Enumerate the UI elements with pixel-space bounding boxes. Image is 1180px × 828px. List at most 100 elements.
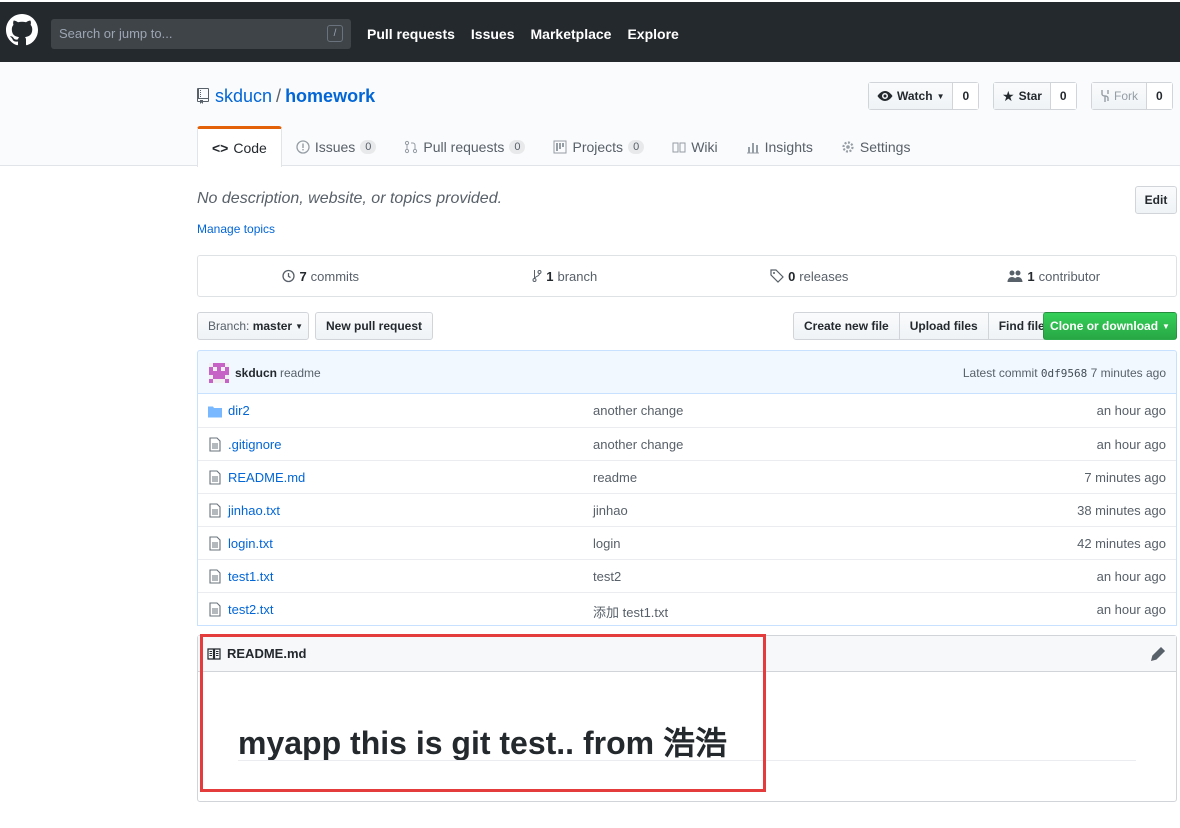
file-row[interactable]: login.txt login 42 minutes ago xyxy=(198,526,1176,559)
nav-explore[interactable]: Explore xyxy=(627,26,678,42)
file-icon xyxy=(209,503,221,518)
file-name-link[interactable]: login.txt xyxy=(228,536,273,551)
file-commit-message-link[interactable]: jinhao xyxy=(593,503,628,518)
commits-link[interactable]: 7 commits xyxy=(198,256,443,296)
tab-projects-label: Projects xyxy=(572,138,624,155)
commit-author-link[interactable]: skducn xyxy=(235,366,277,380)
book-icon xyxy=(672,142,686,152)
fork-icon xyxy=(1101,90,1109,102)
file-row[interactable]: .gitignore another change an hour ago xyxy=(198,427,1176,460)
fork-button-group: Fork 0 xyxy=(1091,82,1173,110)
top-header: Search or jump to... / Pull requests Iss… xyxy=(0,2,1180,62)
tab-projects[interactable]: Projects 0 xyxy=(539,126,658,167)
commit-sha-link[interactable]: 0df9568 xyxy=(1041,367,1087,380)
edit-description-button[interactable]: Edit xyxy=(1135,186,1177,214)
file-name-link[interactable]: dir2 xyxy=(228,403,250,418)
folder-icon xyxy=(208,406,222,418)
file-name-link[interactable]: test2.txt xyxy=(228,602,274,617)
fork-button[interactable]: Fork xyxy=(1092,83,1147,109)
nav-pull-requests[interactable]: Pull requests xyxy=(367,26,455,42)
file-name-link[interactable]: test1.txt xyxy=(228,569,274,584)
repo-icon xyxy=(197,88,209,104)
file-row[interactable]: README.md readme 7 minutes ago xyxy=(198,460,1176,493)
repo-name-link[interactable]: homework xyxy=(285,86,375,106)
file-commit-message-link[interactable]: another change xyxy=(593,403,683,418)
github-logo-icon[interactable] xyxy=(6,14,38,46)
commit-message-link[interactable]: readme xyxy=(280,366,321,380)
file-commit-message-link[interactable]: readme xyxy=(593,470,637,485)
pencil-icon[interactable] xyxy=(1150,646,1166,662)
manage-topics-link[interactable]: Manage topics xyxy=(197,222,275,236)
tab-pull-requests[interactable]: Pull requests 0 xyxy=(390,126,539,167)
file-icon xyxy=(209,602,221,617)
file-name-link[interactable]: .gitignore xyxy=(228,437,281,452)
repo-header: skducn / homework Watch ▼ 0 ★ Star 0 Fork … xyxy=(0,62,1180,167)
file-name-link[interactable]: jinhao.txt xyxy=(228,503,280,518)
file-icon xyxy=(209,536,221,551)
commit-age: 7 minutes ago xyxy=(1090,366,1166,380)
watch-button[interactable]: Watch ▼ xyxy=(869,83,954,109)
tab-projects-counter: 0 xyxy=(628,139,645,154)
people-icon xyxy=(1007,270,1023,282)
fork-count[interactable]: 0 xyxy=(1147,83,1172,109)
file-commit-age: an hour ago xyxy=(1096,602,1166,617)
file-row[interactable]: test1.txt test2 an hour ago xyxy=(198,559,1176,592)
tag-icon xyxy=(770,269,784,283)
file-commit-message-link[interactable]: login xyxy=(593,536,620,551)
file-commit-message-link[interactable]: test2 xyxy=(593,569,621,584)
caret-down-icon: ▼ xyxy=(1162,321,1170,331)
project-icon xyxy=(553,140,567,153)
star-count[interactable]: 0 xyxy=(1050,83,1076,109)
file-row[interactable]: jinhao.txt jinhao 38 minutes ago xyxy=(198,493,1176,526)
tab-settings[interactable]: Settings xyxy=(827,126,925,167)
new-pull-request-button[interactable]: New pull request xyxy=(315,312,434,340)
file-commit-message-link[interactable]: another change xyxy=(593,437,683,452)
tab-settings-label: Settings xyxy=(859,138,911,155)
search-placeholder: Search or jump to... xyxy=(59,26,173,41)
watch-count[interactable]: 0 xyxy=(953,83,979,109)
repo-owner-link[interactable]: skducn xyxy=(215,86,272,106)
tab-insights-label: Insights xyxy=(764,138,813,155)
branch-select-button[interactable]: Branch: master ▼ xyxy=(197,312,309,340)
repo-tabs: <> Code Issues 0 Pull requests 0 Project… xyxy=(197,126,924,167)
star-button[interactable]: ★ Star xyxy=(994,83,1051,109)
pull-request-icon xyxy=(405,140,418,153)
file-name-link[interactable]: README.md xyxy=(228,470,305,485)
branches-link[interactable]: 1 branch xyxy=(443,256,688,296)
contributor-label: contributor xyxy=(1038,268,1101,284)
header-nav: Pull requests Issues Marketplace Explore xyxy=(367,26,679,42)
nav-issues[interactable]: Issues xyxy=(471,26,515,42)
contributors-link[interactable]: 1 contributor xyxy=(932,256,1177,296)
file-commit-age: 7 minutes ago xyxy=(1084,470,1166,485)
tab-insights[interactable]: Insights xyxy=(732,126,827,167)
nav-marketplace[interactable]: Marketplace xyxy=(531,26,612,42)
file-row[interactable]: test2.txt 添加 test1.txt an hour ago xyxy=(198,592,1176,625)
create-new-file-button[interactable]: Create new file xyxy=(793,312,900,340)
search-input[interactable]: Search or jump to... / xyxy=(51,19,351,49)
tab-wiki[interactable]: Wiki xyxy=(658,126,731,167)
star-icon: ★ xyxy=(1002,87,1015,104)
tab-issues[interactable]: Issues 0 xyxy=(282,126,391,167)
tab-issues-label: Issues xyxy=(314,138,356,155)
releases-label: releases xyxy=(799,268,849,284)
star-button-group: ★ Star 0 xyxy=(993,82,1077,110)
file-commit-age: an hour ago xyxy=(1096,437,1166,452)
upload-files-button[interactable]: Upload files xyxy=(898,312,989,340)
tab-code[interactable]: <> Code xyxy=(197,126,282,167)
eye-icon xyxy=(877,91,893,101)
branch-label: branch xyxy=(557,268,598,284)
file-icon xyxy=(209,569,221,584)
releases-link[interactable]: 0 releases xyxy=(687,256,932,296)
tab-pull-requests-counter: 0 xyxy=(509,139,526,154)
watch-label: Watch xyxy=(897,89,933,103)
graph-icon xyxy=(746,142,759,153)
numbers-summary: 7 commits 1 branch 0 releases 1 contribu… xyxy=(197,255,1177,297)
file-row[interactable]: dir2 another change an hour ago xyxy=(198,394,1176,427)
file-icon xyxy=(209,470,221,485)
clone-or-download-button[interactable]: Clone or download ▼ xyxy=(1043,312,1177,340)
avatar[interactable] xyxy=(209,363,229,383)
clone-label: Clone or download xyxy=(1050,319,1159,333)
tab-code-label: Code xyxy=(233,140,267,156)
file-commit-age: 42 minutes ago xyxy=(1077,536,1166,551)
file-commit-message-link[interactable]: 添加 test1.txt xyxy=(593,602,668,621)
